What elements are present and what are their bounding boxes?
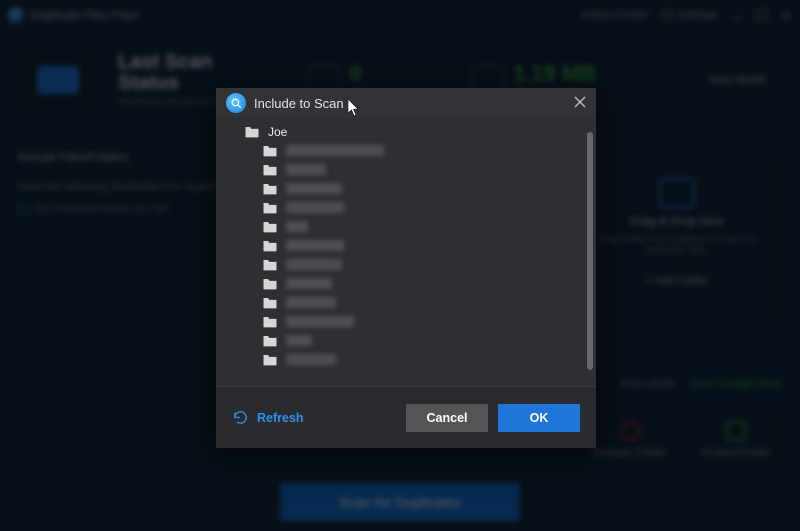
tree-item[interactable] xyxy=(244,217,596,236)
include-to-scan-dialog: Include to Scan Joe Refresh Cancel OK xyxy=(216,88,596,448)
ok-button[interactable]: OK xyxy=(498,404,580,432)
dialog-title: Include to Scan xyxy=(254,96,344,111)
tree-item[interactable]: Joe xyxy=(244,122,596,141)
tree-item[interactable] xyxy=(244,293,596,312)
tree-item[interactable] xyxy=(244,350,596,369)
dialog-titlebar: Include to Scan xyxy=(216,88,596,118)
tree-item[interactable] xyxy=(244,255,596,274)
tree-scrollbar[interactable] xyxy=(587,132,593,370)
dialog-close-button[interactable] xyxy=(574,96,586,111)
tree-item[interactable] xyxy=(244,179,596,198)
dialog-search-icon xyxy=(226,93,246,113)
tree-item[interactable] xyxy=(244,331,596,350)
tree-item[interactable] xyxy=(244,236,596,255)
tree-item[interactable] xyxy=(244,274,596,293)
close-icon xyxy=(574,96,586,108)
tree-item[interactable] xyxy=(244,198,596,217)
cancel-button[interactable]: Cancel xyxy=(406,404,488,432)
refresh-icon xyxy=(232,409,249,426)
tree-item[interactable] xyxy=(244,141,596,160)
tree-item[interactable] xyxy=(244,160,596,179)
dialog-footer: Refresh Cancel OK xyxy=(216,386,596,448)
mouse-cursor xyxy=(348,99,361,117)
tree-item[interactable] xyxy=(244,312,596,331)
refresh-button[interactable]: Refresh xyxy=(232,409,304,426)
folder-tree[interactable]: Joe xyxy=(216,118,596,384)
